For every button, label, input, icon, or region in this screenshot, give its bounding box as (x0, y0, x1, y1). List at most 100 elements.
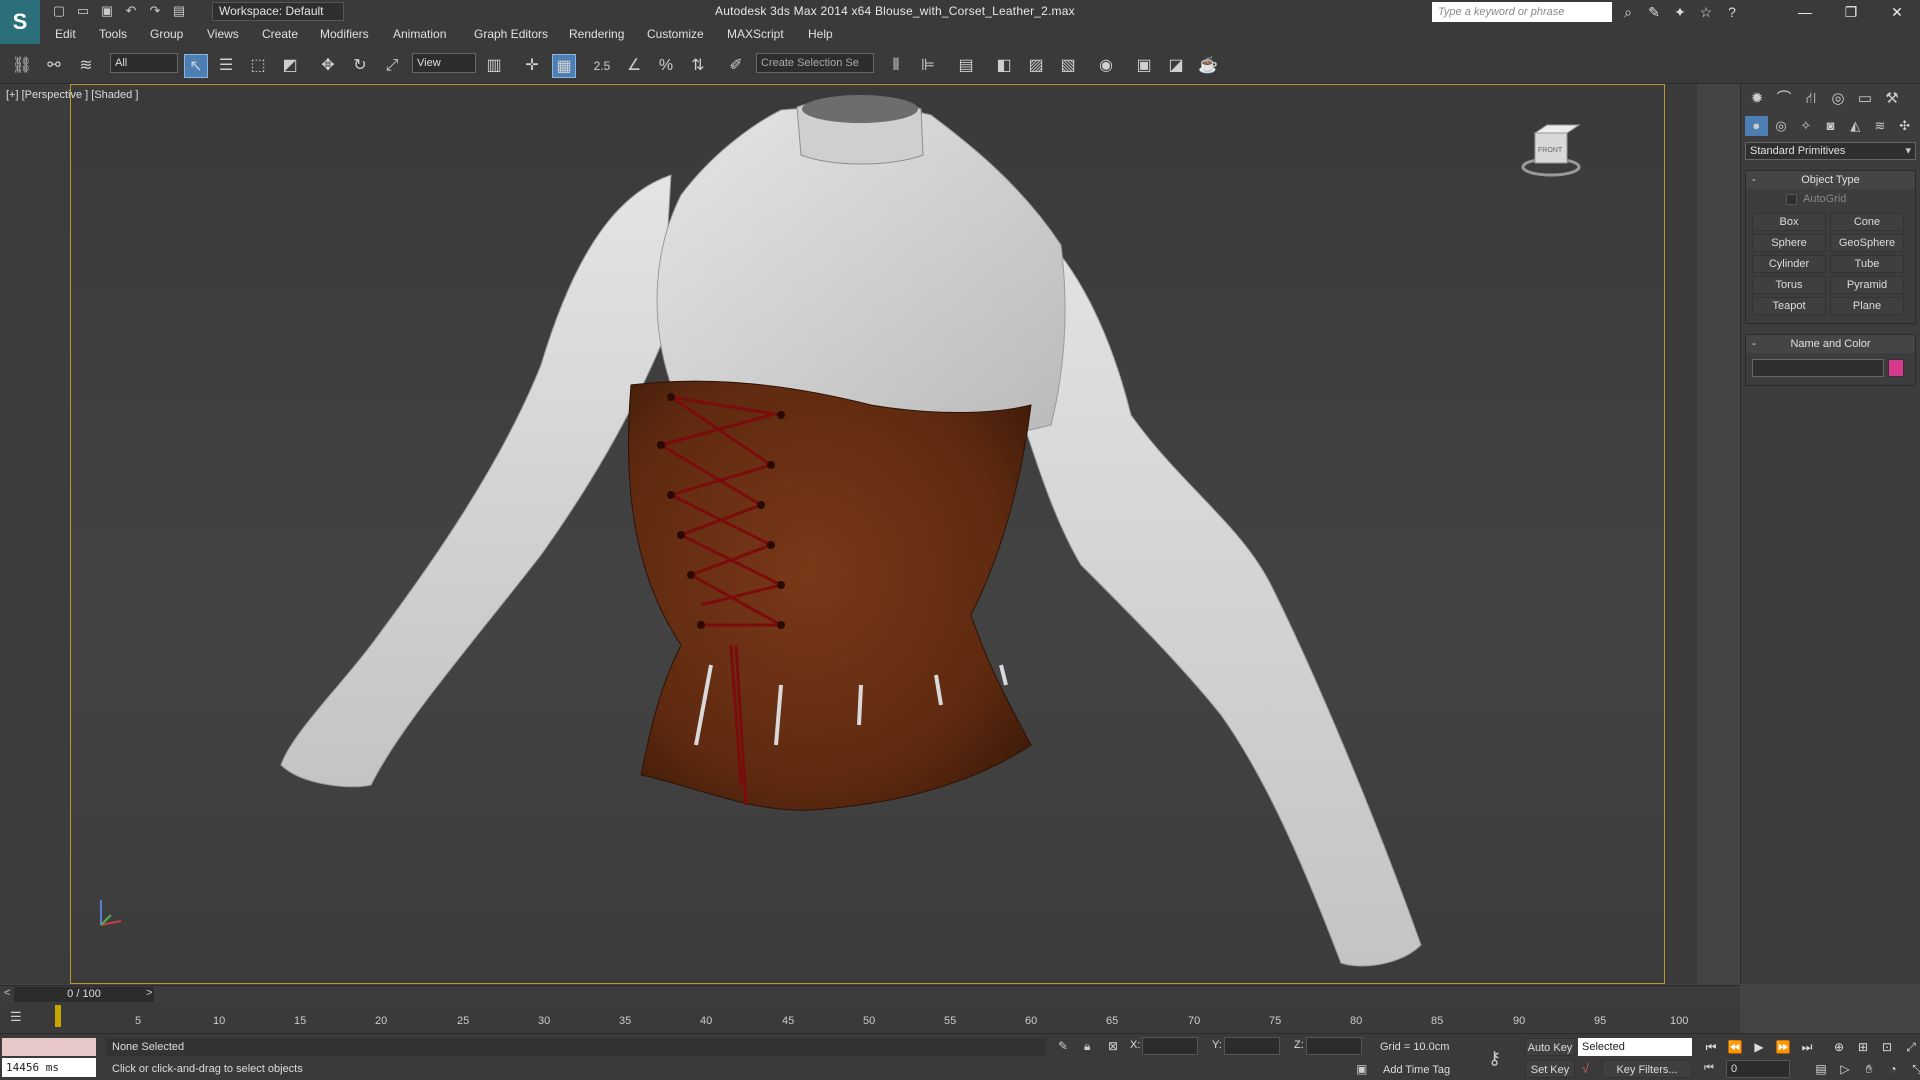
display-tab-icon[interactable]: ▭ (1853, 88, 1877, 110)
time-slider-next-icon[interactable]: > (146, 987, 152, 999)
object-color-swatch[interactable] (1888, 359, 1904, 377)
menu-help[interactable]: Help (808, 27, 833, 41)
rectangular-region-icon[interactable]: ⬚ (246, 54, 270, 78)
pan-icon[interactable]: ✋︎ (1860, 1061, 1878, 1077)
new-file-icon[interactable]: ▢ (50, 2, 68, 20)
modify-tab-icon[interactable]: ⌒ (1772, 88, 1796, 110)
name-color-header[interactable]: - Name and Color (1746, 335, 1915, 353)
teapot-button[interactable]: Teapot (1752, 297, 1826, 315)
motion-tab-icon[interactable]: ◎ (1826, 88, 1850, 110)
maximize-viewport-icon[interactable]: ⤢ (1902, 1039, 1920, 1055)
key-mode-dropdown[interactable]: Selected (1578, 1038, 1692, 1056)
viewport-label[interactable]: [+] [Perspective ] [Shaded ] (6, 89, 138, 101)
hierarchy-tab-icon[interactable]: ⛙ (1799, 88, 1823, 110)
current-frame-marker[interactable] (55, 1005, 61, 1027)
angle-snap-icon[interactable]: ∠ (622, 54, 646, 78)
key-tangent-icon[interactable]: √ (1582, 1061, 1589, 1076)
selection-filter-dropdown[interactable]: All (110, 53, 178, 73)
communication-icon[interactable]: ✦ (1670, 2, 1690, 22)
curve-editor-icon[interactable]: ▨ (1024, 54, 1048, 78)
menu-animation[interactable]: Animation (393, 27, 446, 41)
x-coordinate-field[interactable] (1142, 1037, 1198, 1055)
project-folder-icon[interactable]: ▤ (170, 2, 188, 20)
cone-button[interactable]: Cone (1830, 213, 1904, 231)
torus-button[interactable]: Torus (1752, 276, 1826, 294)
go-to-end-icon[interactable]: ⏭ (1798, 1039, 1816, 1055)
menu-customize[interactable]: Customize (647, 27, 704, 41)
select-by-name-icon[interactable]: ☰ (214, 54, 238, 78)
previous-frame-icon[interactable]: ⏪ (1726, 1039, 1744, 1055)
move-icon[interactable]: ✥ (316, 54, 340, 78)
pivot-center-icon[interactable]: ▥ (482, 54, 506, 78)
redo-icon[interactable]: ↷ (146, 2, 164, 20)
field-of-view-icon[interactable]: ▷ (1836, 1061, 1854, 1077)
track-bar[interactable]: ☰ 5 10 15 20 25 30 35 40 45 50 55 60 65 … (0, 1003, 1740, 1033)
lock-selection-icon[interactable]: 🔒︎ (1084, 1039, 1090, 1054)
binoculars-icon[interactable]: ⌕ (1618, 2, 1638, 22)
plane-button[interactable]: Plane (1830, 297, 1904, 315)
time-slider[interactable]: < 0 / 100 > (0, 985, 1740, 1003)
object-name-input[interactable] (1752, 359, 1884, 377)
select-manipulate-icon[interactable]: ✛ (520, 54, 544, 78)
y-coordinate-field[interactable] (1224, 1037, 1280, 1055)
geometry-icon[interactable]: ● (1745, 116, 1768, 136)
key-filters-button[interactable]: Key Filters... (1602, 1060, 1692, 1078)
autogrid-check-box[interactable] (1786, 193, 1797, 205)
go-to-start-icon[interactable]: ⏮ (1702, 1039, 1720, 1055)
time-slider-handle[interactable]: 0 / 100 (14, 987, 154, 1002)
open-file-icon[interactable]: ▭ (74, 2, 92, 20)
mirror-icon[interactable]: ⫴ (884, 54, 908, 78)
isolate-icon[interactable]: ✎ (1058, 1039, 1068, 1053)
mini-curve-editor-icon[interactable]: ☰ (10, 1009, 22, 1025)
set-key-button[interactable]: Set Key (1525, 1060, 1575, 1078)
layer-manager-icon[interactable]: ◧ (992, 54, 1016, 78)
z-coordinate-field[interactable] (1306, 1037, 1362, 1055)
unlink-icon[interactable]: ⚯ (42, 54, 66, 78)
menu-create[interactable]: Create (262, 27, 298, 41)
minimize-button[interactable]: — (1782, 0, 1828, 24)
snaps-toggle-icon[interactable]: 2.5 (590, 54, 614, 78)
keyboard-shortcut-override-icon[interactable]: ▦ (552, 54, 576, 78)
orbit-icon[interactable]: ◔ (1884, 1061, 1902, 1077)
bind-spacewarp-icon[interactable]: ≋ (74, 54, 98, 78)
next-frame-icon[interactable]: ⏩ (1774, 1039, 1792, 1055)
sphere-button[interactable]: Sphere (1752, 234, 1826, 252)
rotate-icon[interactable]: ↻ (348, 54, 372, 78)
menu-tools[interactable]: Tools (99, 27, 127, 41)
render-setup-icon[interactable]: ▣ (1132, 54, 1156, 78)
shapes-icon[interactable]: ◎ (1770, 116, 1793, 136)
app-logo-icon[interactable]: S (0, 0, 40, 44)
menu-graph-editors[interactable]: Graph Editors (474, 27, 548, 41)
tube-button[interactable]: Tube (1830, 255, 1904, 273)
favorites-icon[interactable]: ☆ (1696, 2, 1716, 22)
cameras-icon[interactable]: ◙ (1819, 116, 1842, 136)
render-production-icon[interactable]: ☕ (1196, 54, 1220, 78)
time-config-icon[interactable]: ▤ (1812, 1061, 1830, 1077)
menu-group[interactable]: Group (150, 27, 183, 41)
current-frame-field[interactable]: 0 (1726, 1060, 1790, 1078)
named-selection-set-dropdown[interactable]: Create Selection Se (756, 53, 874, 73)
box-button[interactable]: Box (1752, 213, 1826, 231)
autogrid-checkbox[interactable]: AutoGrid (1786, 193, 1915, 205)
restore-button[interactable]: ❐ (1828, 0, 1874, 24)
select-object-icon[interactable]: ↖ (184, 54, 208, 78)
object-type-header[interactable]: - Object Type (1746, 171, 1915, 189)
perspective-viewport[interactable]: FRONT (70, 84, 1665, 984)
maximize-toggle-icon[interactable]: ⤡ (1908, 1061, 1920, 1077)
workspace-dropdown[interactable]: Workspace: Default (212, 2, 344, 21)
schematic-view-icon[interactable]: ▧ (1056, 54, 1080, 78)
save-icon[interactable]: ▣ (98, 2, 116, 20)
menu-maxscript[interactable]: MAXScript (727, 27, 784, 41)
rendered-frame-window-icon[interactable]: ◪ (1164, 54, 1188, 78)
close-button[interactable]: ✕ (1874, 0, 1920, 24)
link-icon[interactable]: ⛓ (10, 54, 34, 78)
menu-edit[interactable]: Edit (55, 27, 76, 41)
scale-icon[interactable]: ⤢ (380, 54, 404, 78)
create-tab-icon[interactable]: ✹ (1745, 88, 1769, 110)
garment-model[interactable]: FRONT (71, 85, 1665, 984)
window-crossing-icon[interactable]: ◩ (278, 54, 302, 78)
key-mode-toggle-icon[interactable]: ⏮ (1704, 1062, 1714, 1075)
time-tag-icon[interactable]: ▣ (1356, 1062, 1367, 1076)
zoom-all-icon[interactable]: ⊞ (1854, 1039, 1872, 1055)
zoom-icon[interactable]: ⊕ (1830, 1039, 1848, 1055)
